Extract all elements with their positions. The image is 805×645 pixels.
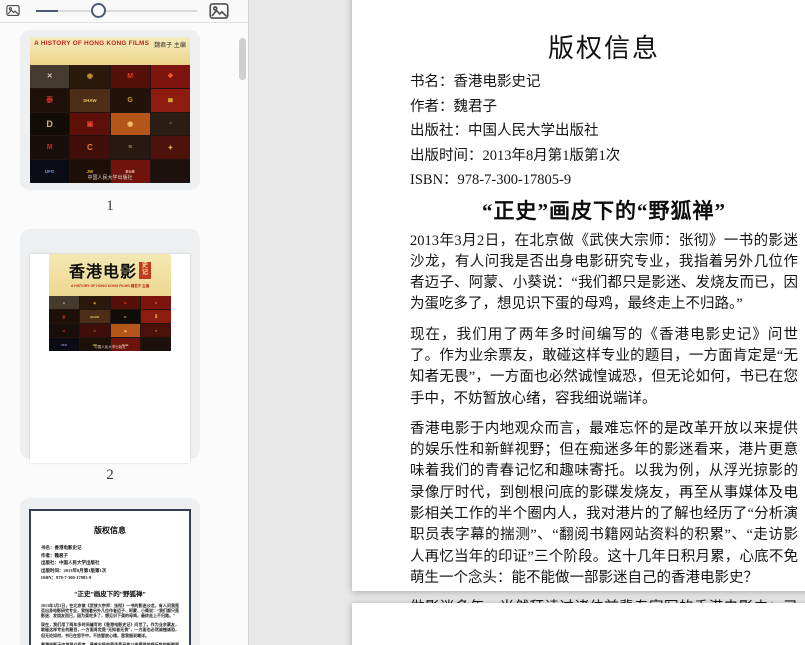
page-label-1: 1 [106,198,114,214]
meta-author: 作者：魏君子 [410,98,497,115]
meta-publisher: 出版社：中国人民大学出版社 [410,123,599,139]
studio-logo-tile: ✕ [49,296,79,309]
cover-publisher-text: 中国人民大学出版社 [87,175,133,181]
studio-logo-tile: 泰 [49,310,79,323]
studio-logo-tile: ❖ [141,296,171,309]
cover-banner: A HISTORY OF HONG KONG FILMS 魏君子 主编 [30,37,190,65]
cover-banner-text: A HISTORY OF HONG KONG FILMS [34,40,150,47]
slider-knob[interactable] [91,3,106,18]
studio-logo-tile: ≣ [141,310,171,323]
cover-mini-top: 香港电影 史 记 A HISTORY OF HONG KONG FILMS 魏君… [49,254,171,296]
copyright-page-preview: 版权信息 书名：香港电影史记 作者：魏君子 出版社：中国人民大学出版社 出版时间… [29,509,191,645]
cover-subtitle-text: A HISTORY OF HONG KONG FILMS 魏君子 主编 [70,284,150,288]
studio-logo-tile: ✦ [141,324,171,337]
studio-logo-tile: SHAW [79,310,110,323]
mini-meta-line: 出版时间：2013年8月第1版第1次 [41,567,107,573]
slider-fill [36,10,58,12]
ebook-reader-window: A HISTORY OF HONG KONG FILMS 魏君子 主编 ✕ ◉ … [0,0,805,645]
thumbnail-toolbar [0,0,248,23]
meta-isbn: ISBN：978-7-300-17805-9 [410,172,572,188]
studio-logo-tile: ✕ [30,65,70,88]
studio-logo-tile: ◉ [110,324,141,337]
mini-page-heading: “正史”画皮下的“野狐禅” [74,590,146,598]
slider-track[interactable] [36,10,197,12]
cover-publisher-text: 中国人民大学出版社 [94,345,126,349]
studio-logo-tile: D [110,310,141,323]
thumbnail-size-large-icon[interactable] [209,2,229,20]
studio-logo-tile: C [70,136,110,160]
mini-paragraph: 现在，我们用了两年多时间编写的《香港电影史记》问世了。作为业余票友，敢碰这样专业… [41,622,179,638]
studio-logo-grid: ✕ ◉ M ❖ 泰 SHAW G ≣ D ▣ ◉ ▫ M C ≡ ✦ UFO J… [30,65,190,183]
studio-logo-tile: ≣ [150,88,190,112]
studio-logo-tile: M [30,136,70,160]
mini-meta-line: ISBN：978-7-300-17805-9 [41,575,92,580]
studio-logo-tile: ◉ [110,112,150,136]
studio-logo-tile: ▣ [70,112,110,136]
studio-logo-tile: M [110,65,150,88]
cover-title-text: 香港电影 [68,264,137,281]
studio-logo-tile: M [49,324,79,337]
section-heading: “正史”画皮下的“野狐禅” [482,198,726,223]
paragraph: 2013年3月2日，在北京做《武侠大宗师：张彻》一书的影迷沙龙，有人问我是否出身… [410,232,798,313]
cover-title-stamp: 史 记 [139,261,151,279]
cover-banner-byline: 魏君子 主编 [154,43,186,49]
studio-logo-tile: ◉ [79,296,110,309]
thumbnail-size-small-icon[interactable] [6,4,20,17]
mini-page-title: 版权信息 [94,526,126,535]
studio-logo-tile: ✦ [150,136,190,160]
studio-logo-tile: G [110,88,150,112]
stamp-char-bottom: 记 [141,270,148,276]
thumbnail-page-2[interactable]: 香港电影 史 记 A HISTORY OF HONG KONG FILMS 魏君… [20,229,200,463]
paragraph: 香港电影于内地观众而言，最难忘怀的是改革开放以来提供的娱乐性和新鲜视野；但在痴迷… [410,420,798,586]
mini-paragraph: 2013年3月2日，在北京做《武侠大宗师：张彻》一书的影迷沙龙，有人问我是否出身… [41,602,179,618]
studio-logo-tile: D [30,112,70,136]
document-canvas: 版权信息 书名：香港电影史记 作者：魏君子 出版社：中国人民大学出版社 出版时间… [250,0,805,645]
studio-logo-tile: M [110,296,141,309]
studio-logo-grid-mini: ✕ ◉ M ❖ 泰 SHAW D ≣ M C ◉ ✦ UFO JW BoB [49,296,171,351]
meta-book-title: 书名：香港电影史记 [410,74,541,90]
copyright-page: 版权信息 书名：香港电影史记 作者：魏君子 出版社：中国人民大学出版社 出版时间… [352,0,805,645]
studio-logo-tile: ◉ [70,65,110,88]
page-title: 版权信息 [547,34,660,63]
studio-logo-tile: ▫ [150,112,190,136]
studio-logo-tile: 泰 [30,88,70,112]
thumbnail-size-slider[interactable] [36,0,197,22]
thumbnail-sidebar: A HISTORY OF HONG KONG FILMS 魏君子 主编 ✕ ◉ … [0,0,249,645]
mini-meta-line: 作者：魏君子 [41,552,68,558]
stamp-char-top: 史 [141,263,148,269]
mini-meta-line: 出版社：中国人民大学出版社 [41,560,100,565]
thumbnail-list: A HISTORY OF HONG KONG FILMS 魏君子 主编 ✕ ◉ … [0,23,248,645]
title-page-cover-art: 香港电影 史 记 A HISTORY OF HONG KONG FILMS 魏君… [49,254,171,351]
mini-meta-line: 书名：香港电影史记 [41,545,82,550]
book-cover-art: A HISTORY OF HONG KONG FILMS 魏君子 主编 ✕ ◉ … [30,37,190,183]
thumbnail-page-3-selected[interactable]: 版权信息 书名：香港电影史记 作者：魏君子 出版社：中国人民大学出版社 出版时间… [20,498,200,645]
studio-logo-tile: C [79,324,110,337]
thumbnail-page-1[interactable]: A HISTORY OF HONG KONG FILMS 魏君子 主编 ✕ ◉ … [20,30,200,190]
paragraph: 现在，我们用了两年多时间编写的《香港电影史记》问世了。作为业余票友，敢碰这样专业… [410,326,798,407]
sidebar-scrollbar[interactable] [239,38,246,80]
title-page-preview: 香港电影 史 记 A HISTORY OF HONG KONG FILMS 魏君… [30,254,190,463]
studio-logo-tile: SHAW [70,88,110,112]
page-label-2: 2 [106,467,114,483]
next-page [352,603,805,645]
meta-publish-date: 出版时间：2013年8月第1版第1次 [410,147,621,164]
studio-logo-tile: ❖ [150,65,190,88]
studio-logo-tile: ≡ [110,136,150,160]
